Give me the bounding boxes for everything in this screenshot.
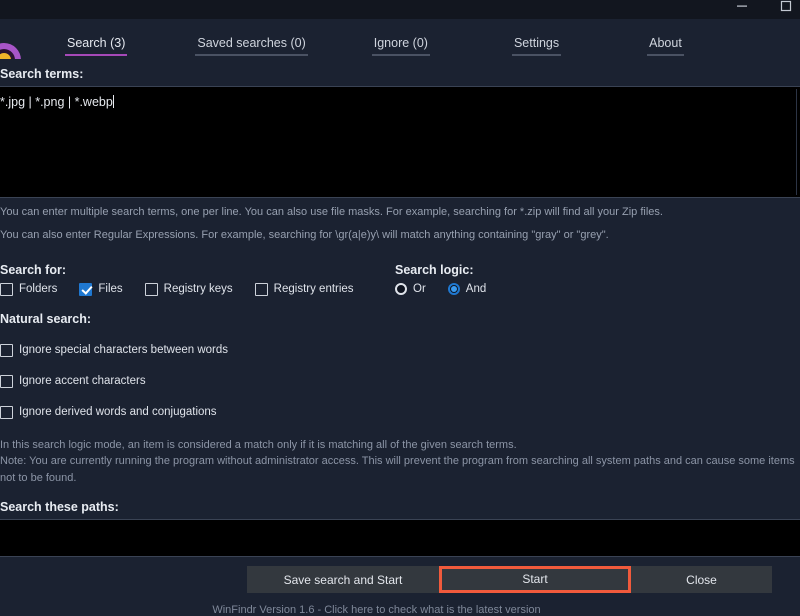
- search-terms-section: Search terms:: [0, 59, 800, 86]
- search-paths-input[interactable]: [0, 519, 800, 558]
- checkbox-ignore-accent-characters-label: Ignore accent characters: [19, 375, 146, 388]
- search-paths-label: Search these paths:: [0, 500, 119, 515]
- search-logic-options: Or And: [395, 282, 796, 295]
- lower-pane: You can enter multiple search terms, one…: [0, 198, 800, 519]
- search-terms-input[interactable]: *.jpg | *.png | *.webp: [0, 86, 800, 198]
- checkbox-registry-keys-box: [144, 282, 158, 296]
- tab-list: Search (3) Saved searches (0) Ignore (0)…: [65, 16, 684, 62]
- checkbox-folders[interactable]: Folders: [0, 282, 58, 296]
- tab-search[interactable]: Search (3): [65, 36, 128, 56]
- note-search-logic: In this search logic mode, an item is co…: [0, 438, 517, 451]
- checkbox-ignore-special-characters-box: [0, 343, 13, 357]
- natural-search-label: Natural search:: [0, 311, 92, 326]
- text-caret: [112, 95, 114, 108]
- checkbox-folders-label: Folders: [19, 283, 58, 296]
- main-content: Search terms: *.jpg | *.png | *.webp You…: [0, 59, 800, 616]
- radio-or-label: Or: [413, 282, 426, 295]
- search-for-group: Search for: Folders Files Registry keys …: [0, 255, 395, 296]
- checkbox-registry-entries-box: [254, 282, 268, 296]
- checkbox-registry-entries-label: Registry entries: [273, 283, 354, 296]
- search-logic-group: Search logic: Or And: [395, 255, 796, 296]
- maximize-button[interactable]: [764, 0, 800, 19]
- search-terms-label: Search terms:: [0, 67, 84, 81]
- checkbox-ignore-derived-words[interactable]: Ignore derived words and conjugations: [0, 405, 796, 419]
- radio-and[interactable]: And: [447, 282, 487, 295]
- checkbox-ignore-special-characters-label: Ignore special characters between words: [19, 344, 229, 357]
- radio-and-label: And: [465, 282, 487, 295]
- tab-ignore[interactable]: Ignore (0): [371, 36, 430, 56]
- checkbox-files[interactable]: Files: [79, 282, 123, 296]
- checkbox-ignore-derived-words-box: [0, 405, 13, 419]
- hint-regex: You can also enter Regular Expressions. …: [0, 228, 609, 241]
- checkbox-registry-entries[interactable]: Registry entries: [254, 282, 354, 296]
- tab-strip: Search (3) Saved searches (0) Ignore (0)…: [0, 16, 800, 77]
- checkbox-files-label: Files: [98, 283, 123, 296]
- note-administrator-access: Note: You are currently running the prog…: [0, 455, 795, 484]
- minimize-button[interactable]: [720, 0, 764, 19]
- close-button[interactable]: Close: [631, 566, 772, 594]
- save-search-and-start-button[interactable]: Save search and Start: [247, 566, 439, 594]
- checkbox-registry-keys-label: Registry keys: [163, 283, 233, 296]
- radio-or[interactable]: Or: [395, 282, 426, 295]
- checkbox-ignore-accent-characters-box: [0, 374, 13, 388]
- search-terms-scrollbar[interactable]: [796, 89, 800, 195]
- start-button[interactable]: Start: [439, 566, 631, 594]
- hint-file-masks: You can enter multiple search terms, one…: [0, 206, 663, 218]
- checkbox-ignore-accent-characters[interactable]: Ignore accent characters: [0, 374, 796, 388]
- options-columns: Search for: Folders Files Registry keys …: [0, 255, 796, 296]
- button-row: Save search and Start Start Close: [0, 566, 800, 594]
- checkbox-files-box: [79, 282, 93, 296]
- tab-about[interactable]: About: [647, 36, 684, 56]
- search-logic-label: Search logic:: [395, 262, 474, 277]
- search-terms-value: *.jpg | *.png | *.webp: [0, 95, 113, 109]
- checkbox-ignore-derived-words-label: Ignore derived words and conjugations: [19, 406, 217, 419]
- tab-settings[interactable]: Settings: [511, 36, 562, 56]
- radio-or-circle: [395, 282, 407, 295]
- checkbox-ignore-special-characters[interactable]: Ignore special characters between words: [0, 343, 796, 357]
- radio-and-circle: [447, 282, 460, 295]
- notes-section: In this search logic mode, an item is co…: [0, 437, 796, 487]
- checkbox-folders-box: [0, 282, 13, 296]
- search-for-label: Search for:: [0, 262, 66, 277]
- application-window: Search (3) Saved searches (0) Ignore (0)…: [0, 0, 800, 616]
- checkbox-registry-keys[interactable]: Registry keys: [144, 282, 233, 296]
- footer: Save search and Start Start Close WinFin…: [0, 557, 800, 616]
- status-bar-version-link[interactable]: WinFindr Version 1.6 - Click here to che…: [0, 593, 800, 616]
- search-terms-text-wrap: *.jpg | *.png | *.webp: [0, 95, 798, 109]
- tab-saved-searches[interactable]: Saved searches (0): [195, 36, 308, 56]
- search-for-options: Folders Files Registry keys Registry ent…: [0, 282, 395, 296]
